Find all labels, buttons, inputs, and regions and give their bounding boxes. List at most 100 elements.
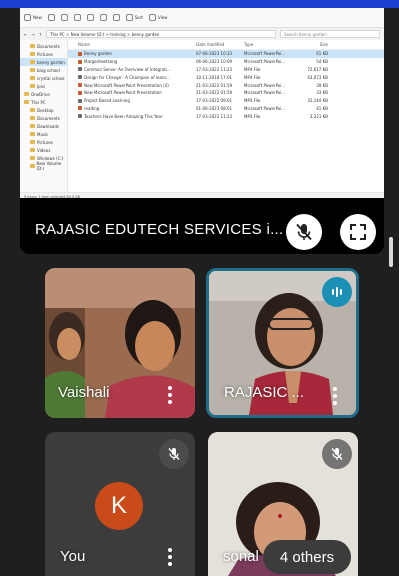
view-icon — [148, 14, 156, 21]
mic-off-icon — [296, 223, 312, 241]
delete-icon — [112, 14, 120, 21]
file-size-cell: 39 KB — [316, 82, 328, 88]
video-file-icon — [78, 98, 82, 103]
folder-icon — [30, 140, 35, 144]
explorer-nav-label: Pictures — [37, 139, 53, 145]
back-arrow-icon: ← — [24, 31, 28, 37]
scroll-indicator[interactable] — [389, 237, 393, 267]
participant-tile-rajasic[interactable]: RAJASIC ... — [206, 268, 359, 418]
more-options-icon[interactable] — [333, 387, 337, 405]
file-name-cell: New Microsoft PowerPoint Presentation (4… — [68, 83, 196, 88]
folder-icon — [30, 108, 35, 112]
file-name: Teachers Have Been Amazing This Year — [84, 113, 163, 119]
more-options-icon[interactable] — [168, 386, 172, 404]
sort-icon — [125, 14, 133, 21]
audio-level-icon — [332, 287, 342, 297]
participant-name: sonal — [223, 548, 259, 565]
explorer-list-header: Name Date modified Type Size — [68, 40, 384, 50]
file-size-cell: 61 KB — [316, 51, 328, 57]
explorer-nav-item: Downloads — [20, 122, 67, 130]
video-file-icon — [78, 67, 82, 72]
speaking-indicator — [322, 277, 352, 307]
file-type-cell: MP4 File — [244, 98, 261, 104]
folder-icon — [30, 76, 35, 80]
file-name: New Microsoft PowerPoint Presentation (4… — [84, 82, 169, 88]
folder-icon — [24, 92, 29, 96]
explorer-nav-label: Pictures — [37, 51, 53, 57]
participant-name: RAJASIC ... — [224, 384, 305, 401]
explorer-file-list: Name Date modified Type Size Beeny garde… — [68, 40, 384, 192]
powerpoint-file-icon — [78, 106, 82, 111]
folder-icon — [30, 132, 35, 136]
file-name: Common Sense- An Overview of Integrati..… — [84, 66, 171, 72]
file-type-cell: Microsoft PowerPoi... — [244, 90, 286, 96]
explorer-nav-item: This PC — [20, 98, 67, 106]
explorer-nav-label: Downloads — [37, 123, 59, 129]
explorer-file-row: Margosheetsong 06-06-2023 10:09 Microsoft … — [68, 58, 384, 66]
explorer-sort-button: Sort — [125, 14, 143, 21]
file-name-cell: Project Based Learning — [68, 98, 196, 103]
powerpoint-file-icon — [78, 59, 82, 64]
column-type: Type — [244, 42, 254, 47]
file-name: Beeny garden — [84, 51, 112, 57]
presentation-tile[interactable]: New Sort View ← → ↑ This PC > New Volume… — [20, 8, 384, 254]
explorer-nav-label: beeny garden — [37, 59, 65, 65]
explorer-nav-label: Documents — [37, 43, 60, 49]
explorer-nav-label: Iplsi — [37, 83, 46, 89]
share-icon — [99, 14, 107, 21]
file-date-cell: 06-06-2023 10:09 — [196, 59, 233, 65]
explorer-file-row: Common Sense- An Overview of Integrati..… — [68, 66, 384, 74]
explorer-view-label: View — [157, 15, 168, 20]
explorer-nav-item: Iplsi — [20, 82, 67, 90]
fullscreen-button[interactable] — [340, 214, 376, 250]
explorer-file-row: Project Based Learning 17-03-2022 09:01 MP… — [68, 97, 384, 105]
explorer-nav-item: Desktop — [20, 106, 67, 114]
explorer-nav-item: New Volume (D:) — [20, 161, 67, 171]
forward-arrow-icon: → — [31, 31, 35, 37]
file-name-cell: Margosheetsong — [68, 59, 196, 64]
explorer-nav-item: OneDrive — [20, 90, 67, 98]
explorer-nav-label: Desktop — [37, 107, 54, 113]
participant-tile-vaishali[interactable]: Vaishali — [45, 268, 195, 418]
folder-icon — [30, 124, 35, 128]
explorer-nav-label: OneDrive — [31, 91, 50, 97]
explorer-nav-item: Documents — [20, 42, 67, 50]
explorer-view-button: View — [148, 14, 168, 21]
file-type-cell: Microsoft PowerPoi... — [244, 105, 286, 111]
file-type-cell: MP4 File — [244, 74, 261, 80]
others-participants-button[interactable]: 4 others — [263, 540, 351, 574]
avatar: K — [95, 482, 143, 530]
participant-name: You — [60, 548, 86, 565]
video-file-icon — [78, 114, 82, 119]
mute-indicator — [159, 439, 189, 469]
explorer-nav-item: Pictures — [20, 50, 67, 58]
explorer-file-row: New Microsoft PowerPoint Presentation 21-… — [68, 89, 384, 97]
file-name: Project Based Learning — [84, 98, 130, 104]
explorer-nav-item: Videos — [20, 146, 67, 154]
folder-icon — [30, 164, 35, 168]
file-type-cell: Microsoft PowerPoi... — [244, 59, 286, 65]
folder-icon — [30, 156, 35, 160]
cut-icon — [47, 14, 55, 21]
file-name-cell: Common Sense- An Overview of Integrati..… — [68, 67, 196, 72]
file-date-cell: 21-03-2022 01:59 — [196, 82, 233, 88]
presenter-mute-button[interactable] — [286, 214, 322, 250]
explorer-file-row: Design for Change - A Champion of learn.… — [68, 73, 384, 81]
participant-tile-you[interactable]: K You — [45, 432, 195, 576]
file-date-cell: 17-03-2022 11:23 — [196, 113, 233, 119]
file-name-cell: New Microsoft PowerPoint Presentation — [68, 90, 196, 95]
explorer-file-row: New Microsoft PowerPoint Presentation (4… — [68, 81, 384, 89]
explorer-nav-item: beeny garden — [20, 58, 67, 66]
explorer-search-placeholder: Search beeny garden — [284, 31, 327, 37]
folder-icon — [30, 84, 35, 88]
file-size-cell: 33 KB — [316, 90, 328, 96]
file-type-cell: MP4 File — [244, 66, 261, 72]
column-size: Size — [319, 42, 328, 47]
meeting-screen: New Sort View ← → ↑ This PC > New Volume… — [0, 0, 399, 576]
explorer-file-row: Beeny garden 07-06-2023 10:33 Microsoft Po… — [68, 50, 384, 58]
more-options-icon[interactable] — [168, 548, 172, 566]
explorer-new-button: New — [24, 14, 42, 21]
file-date-cell: 17-03-2022 11:23 — [196, 66, 233, 72]
file-type-cell: Microsoft PowerPoi... — [244, 82, 286, 88]
column-name: Name — [78, 42, 90, 47]
